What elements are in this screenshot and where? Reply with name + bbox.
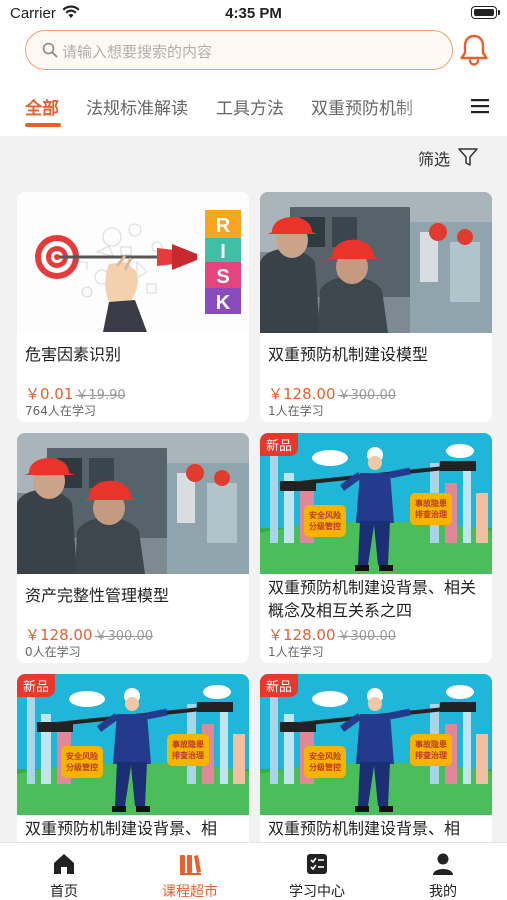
current-price: ￥128.00: [25, 626, 93, 644]
bottom-tab-bar: 首页 课程超市 学习中心 我的: [0, 842, 507, 900]
funnel-icon: [458, 148, 478, 166]
current-price: ￥0.01: [25, 385, 74, 403]
current-price: ￥128.00: [268, 385, 336, 403]
course-title: 危害因素识别: [25, 345, 122, 364]
course-title: 双重预防机制建设模型: [268, 345, 429, 364]
user-icon: [433, 853, 453, 875]
tabbar-course-market[interactable]: 课程超市: [127, 843, 253, 900]
learner-count: 1人在学习: [268, 404, 324, 418]
tabbar-label: 首页: [50, 884, 78, 900]
filter-button[interactable]: 筛选: [418, 146, 478, 170]
tabbar-profile[interactable]: 我的: [380, 843, 506, 900]
header: 请输入想要搜索的内容: [0, 28, 507, 74]
learner-count: 1人在学习: [268, 645, 324, 659]
original-price: ￥300.00: [337, 388, 397, 403]
menu-icon[interactable]: [471, 98, 489, 114]
original-price: ￥300.00: [337, 629, 397, 644]
course-price: ￥128.00 ￥300.00: [25, 624, 153, 645]
search-icon: [42, 42, 58, 58]
course-title: 双重预防机制建设背景、相: [25, 819, 218, 838]
active-tab-indicator: [25, 123, 61, 127]
course-thumbnail: [260, 192, 492, 333]
course-title: 资产完整性管理模型: [25, 586, 170, 605]
books-icon: [180, 855, 201, 875]
tabbar-home[interactable]: 首页: [1, 843, 127, 900]
clock: 4:35 PM: [225, 5, 282, 22]
original-price: ￥300.00: [94, 629, 154, 644]
category-tabs: 全部 法规标准解读 工具方法 双重预防机制: [0, 74, 507, 136]
new-badge: 新品: [260, 433, 299, 456]
checklist-icon: [307, 854, 327, 874]
tabbar-label: 学习中心: [289, 884, 345, 900]
tabbar-learning-center[interactable]: 学习中心: [254, 843, 380, 900]
course-price: ￥128.00 ￥300.00: [268, 624, 396, 645]
current-price: ￥128.00: [268, 626, 336, 644]
course-price: ￥0.01 ￥19.90: [25, 383, 126, 404]
new-badge: 新品: [260, 674, 299, 697]
course-card[interactable]: 新品 双重预防机制建设背景、相关概念及相互关系之四 ￥128.00 ￥300.00…: [260, 433, 492, 663]
course-title: 双重预防机制建设背景、相: [268, 819, 461, 838]
tab-all[interactable]: 全部: [25, 94, 59, 119]
home-icon: [54, 854, 74, 874]
tab-regulation-interpretation[interactable]: 法规标准解读: [86, 94, 188, 119]
learner-count: 0人在学习: [25, 645, 81, 659]
filter-label: 筛选: [418, 150, 451, 169]
course-thumbnail: [17, 192, 249, 333]
tab-tools-methods[interactable]: 工具方法: [216, 94, 284, 119]
bell-icon[interactable]: [458, 32, 490, 66]
learner-count: 764人在学习: [25, 404, 96, 418]
search-input[interactable]: 请输入想要搜索的内容: [25, 30, 453, 70]
course-price: ￥128.00 ￥300.00: [268, 383, 396, 404]
tabbar-label: 课程超市: [162, 884, 218, 900]
original-price: ￥19.90: [75, 388, 126, 403]
new-badge: 新品: [17, 674, 56, 697]
status-bar: Carrier 4:35 PM: [0, 0, 507, 28]
tabbar-label: 我的: [429, 884, 457, 900]
search-placeholder: 请输入想要搜索的内容: [62, 43, 213, 61]
course-thumbnail: [17, 433, 249, 574]
course-card[interactable]: 资产完整性管理模型 ￥128.00 ￥300.00 0人在学习: [17, 433, 249, 663]
course-title: 双重预防机制建设背景、相关概念及相互关系之四: [268, 578, 477, 620]
course-card[interactable]: 危害因素识别 ￥0.01 ￥19.90 764人在学习: [17, 192, 249, 422]
course-card[interactable]: 双重预防机制建设模型 ￥128.00 ￥300.00 1人在学习: [260, 192, 492, 422]
tabs-fade: [395, 74, 460, 136]
battery-icon: [471, 6, 500, 19]
